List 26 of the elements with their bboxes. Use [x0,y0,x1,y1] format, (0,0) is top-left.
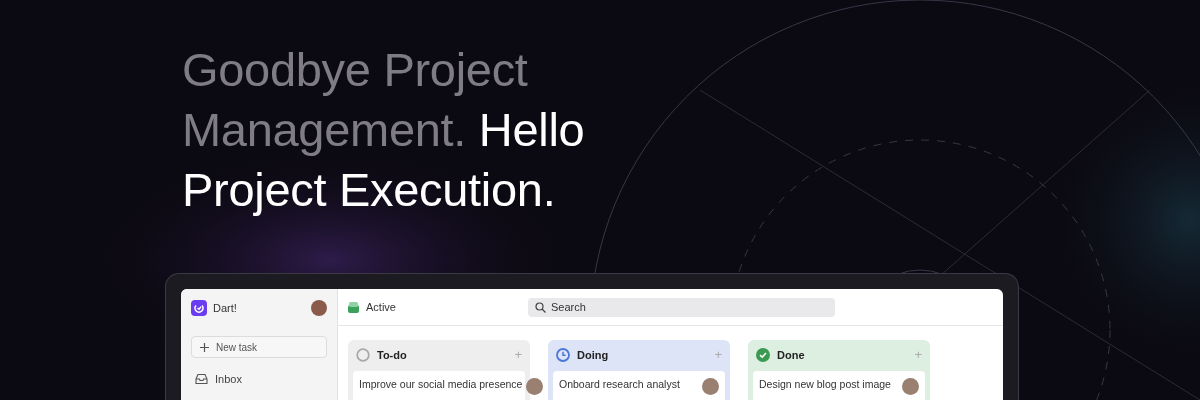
avatar [702,378,719,395]
task-card[interactable]: Design new blog post image [753,371,925,400]
task-title: Onboard research analyst [559,378,680,390]
search-field[interactable]: Search [528,297,835,317]
task-title: Design new blog post image [759,378,891,390]
plus-icon [200,342,209,352]
avatar[interactable] [311,300,327,316]
column-title: Doing [577,348,610,361]
sidebar-item[interactable]: Inbox [191,373,327,385]
avatar [526,378,544,395]
check-circle-icon [756,347,770,362]
task-title: Improve our social media presence [359,378,523,390]
empty-circle-icon [356,347,370,362]
logo-icon [191,300,207,316]
column-title: To-do [377,348,408,361]
search-icon [535,301,546,313]
avatar [902,378,919,395]
folder-icon [348,301,359,313]
column-title: Done [777,348,806,361]
headline: Goodbye Project Management. Hello Project Execution. [181,42,586,218]
clock-icon [556,347,570,362]
view-title: Active [366,301,396,313]
workspace-name: Dart! [213,302,238,314]
inbox-icon [195,373,208,385]
task-card[interactable]: Onboard research analyst [553,371,725,400]
new-task-button[interactable]: New task [191,336,327,358]
